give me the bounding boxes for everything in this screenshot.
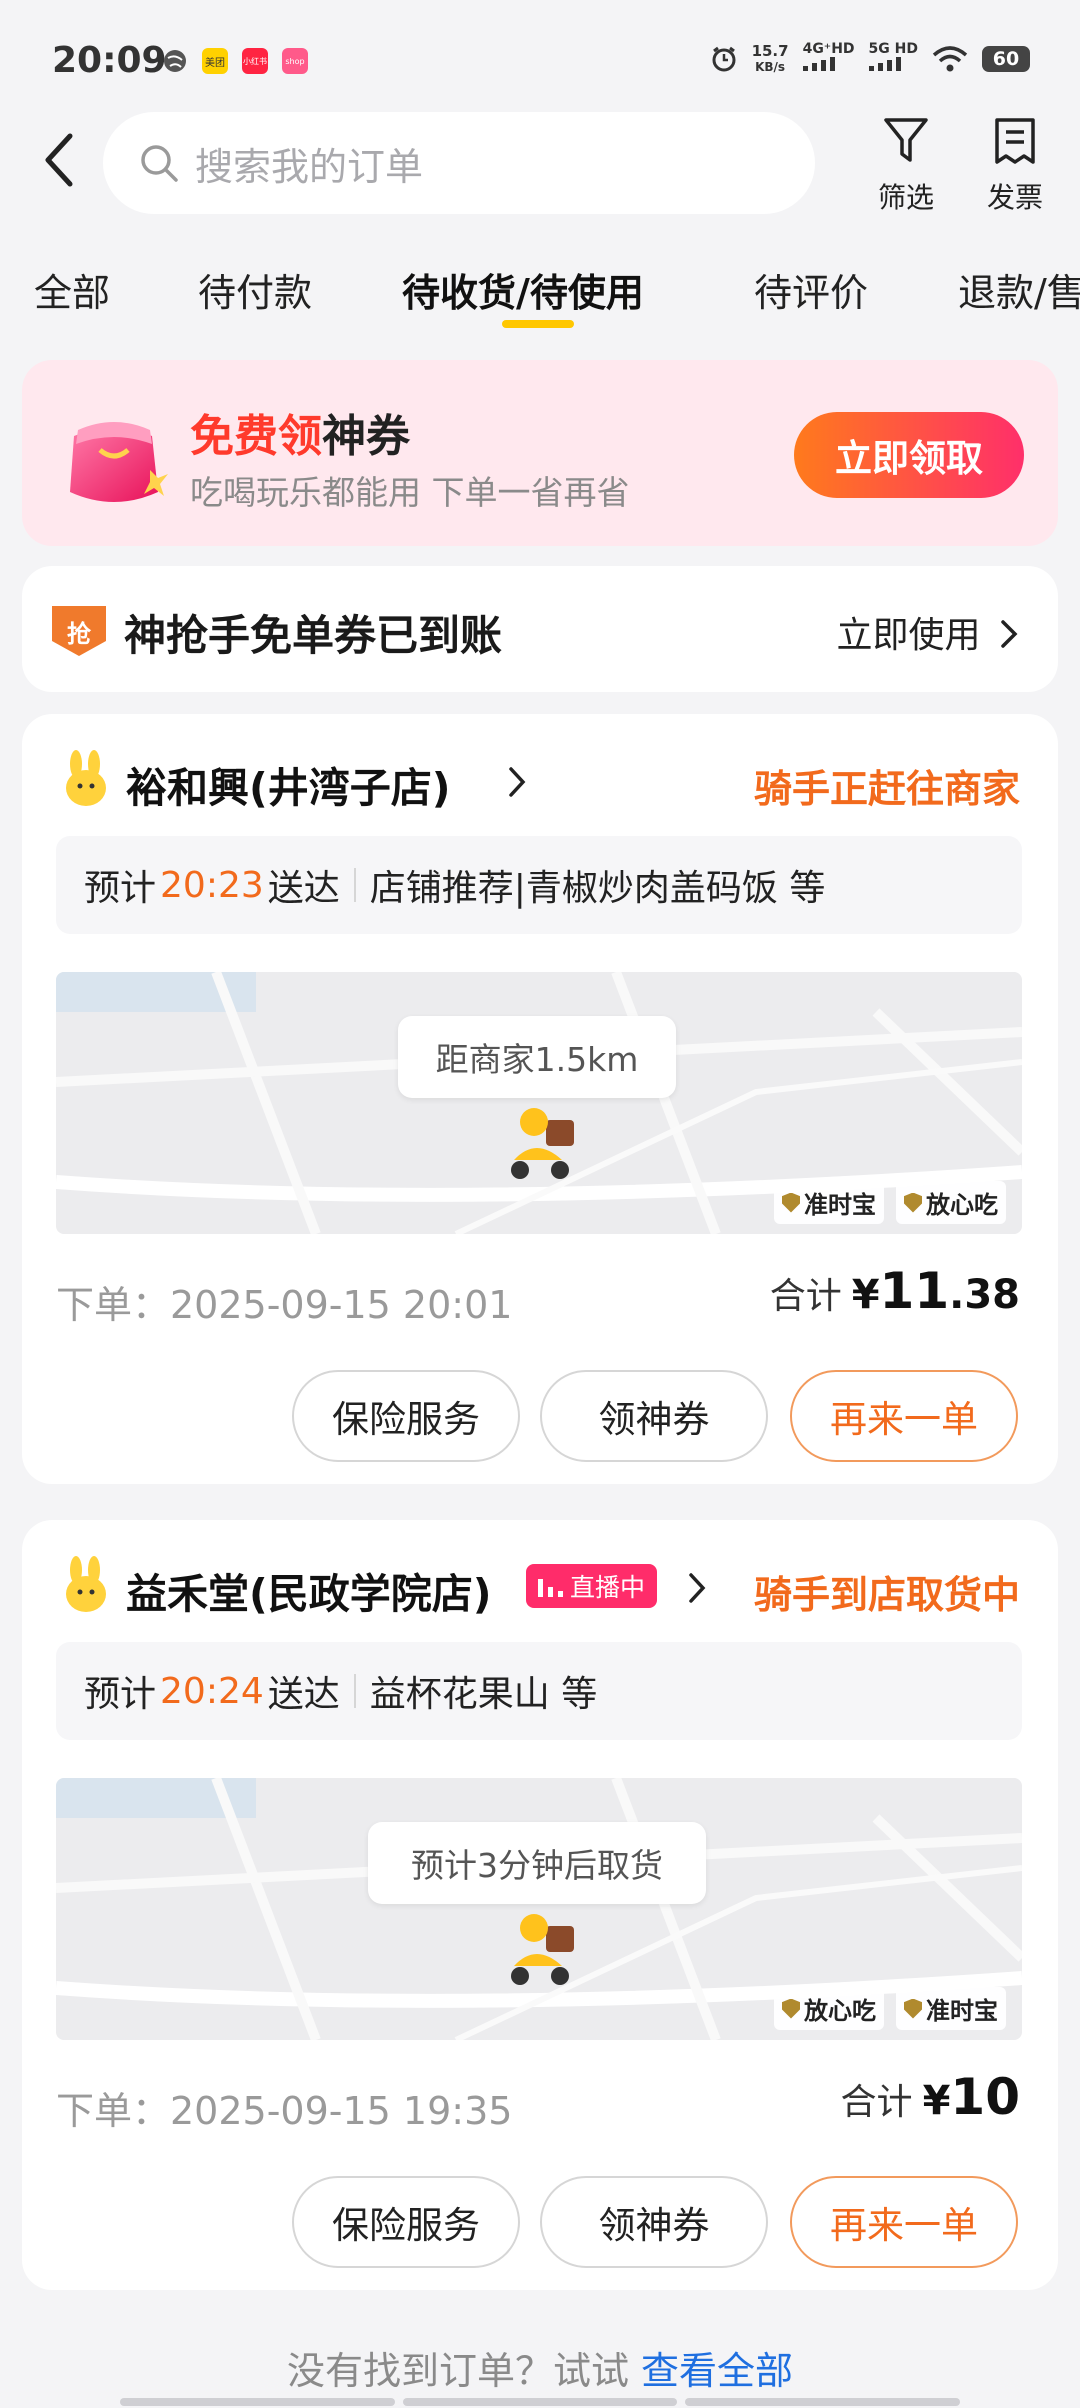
claim-coupon-button[interactable]: 立即领取 [794,412,1024,498]
insurance-button[interactable]: 保险服务 [292,1370,520,1462]
service-tag: 放心吃 [896,1181,1006,1224]
status-bar: 20:09 美团 小红书 shop 15.7 KB/s 4G⁺HD 5G HD … [0,0,1080,120]
pickup-bubble: 预计3分钟后取货 [368,1822,706,1904]
shop-name[interactable]: 裕和興(井湾子店) [126,754,450,814]
shield-icon [782,1192,800,1213]
service-tag: 准时宝 [896,1987,1006,2030]
back-button[interactable] [40,130,90,200]
view-all-link[interactable]: 查看全部 [641,2349,793,2393]
status-app-icons: 美团 小红书 shop [162,48,308,74]
order-time: 下单：2025-09-15 19:35 [56,2089,513,2133]
use-coupon-link[interactable]: 立即使用 [837,606,1020,658]
footer-hint: 没有找到订单？试试 查看全部 [286,2349,794,2393]
search-input[interactable]: 搜索我的订单 [103,112,815,214]
eta-time: 20:24 [160,1670,264,1712]
filter-label: 筛选 [877,181,934,214]
chevron-left-icon [45,133,73,187]
delivery-status: 骑手到店取货中 [753,1573,1020,1617]
service-tag: 放心吃 [774,1987,884,2030]
coupon-banner[interactable]: 抢 神抢手免单券已到账 立即使用 [22,566,1058,692]
shop-logo-icon [66,1556,106,1612]
shield-icon [904,1192,922,1213]
rider-map[interactable]: 预计3分钟后取货 放心吃 准时宝 [56,1778,1022,2040]
battery-indicator: 60 [982,45,1030,72]
insurance-button[interactable]: 保险服务 [292,2176,520,2268]
eta-row: 预计 20:24 送达 益杯花果山 等 [56,1642,1022,1740]
search-placeholder: 搜索我的订单 [195,144,424,189]
network-speed: 15.7 KB/s [751,41,789,74]
tab-all[interactable]: 全部 [34,262,110,317]
reorder-button[interactable]: 再来一单 [790,1370,1018,1462]
signal-4g: 4G⁺HD [802,42,855,75]
order-total: 合计 ¥10 [840,2068,1020,2126]
rider-map[interactable]: 距商家1.5km 准时宝 放心吃 [56,972,1022,1234]
get-coupon-button[interactable]: 领神券 [540,2176,768,2268]
shield-icon [782,1998,800,2019]
filter-icon [884,118,928,162]
service-tags: 准时宝 放心吃 [774,1181,1006,1224]
promo-title: 免费领神券 [190,411,410,462]
invoice-label: 发票 [986,181,1043,214]
rider-icon [511,1108,574,1179]
distance-bubble: 距商家1.5km [398,1016,676,1098]
meituan-app-icon: 美团 [202,48,228,74]
chevron-right-icon [689,1573,706,1603]
status-right: 15.7 KB/s 4G⁺HD 5G HD 60 [710,42,1030,75]
promo-subtitle: 吃喝玩乐都能用 下单一省再省 [190,473,630,512]
eta-row: 预计 20:23 送达 店铺推荐|青椒炒肉盖码饭 等 [56,836,1022,934]
shopping-app-icon: shop [282,48,308,74]
get-coupon-button[interactable]: 领神券 [540,1370,768,1462]
tab-refund[interactable]: 退款/售 [958,262,1080,317]
tab-pending-review[interactable]: 待评价 [754,262,868,317]
order-card[interactable]: 益禾堂(民政学院店) 直播中 骑手到店取货中 预计 20:24 送达 益杯花果山… [22,1520,1058,2290]
delivery-status: 骑手正赶往商家 [753,767,1020,811]
order-time: 下单：2025-09-15 20:01 [56,1283,513,1327]
search-icon [141,145,178,182]
tab-pending-receipt[interactable]: 待收货/待使用 [402,262,644,317]
filter-button[interactable]: 筛选 [866,116,946,216]
gift-bag-icon [70,422,168,502]
xiaohongshu-app-icon: 小红书 [242,48,268,74]
tab-pending-payment[interactable]: 待付款 [198,262,312,317]
order-items: 益杯花果山 等 [369,1674,598,1715]
wifi-icon [932,45,968,71]
signal-bars-icon [868,57,901,71]
signal-5g: 5G HD [868,42,918,75]
promo-banner[interactable]: 免费领神券 吃喝玩乐都能用 下单一省再省 立即领取 [22,360,1058,546]
shop-logo-icon [66,750,106,806]
reorder-button[interactable]: 再来一单 [790,2176,1018,2268]
eta-time: 20:23 [160,864,264,906]
coupon-text: 神抢手免单券已到账 [124,611,503,660]
coupon-badge-icon: 抢 [52,606,106,656]
home-indicator [120,2398,961,2406]
rider-icon [511,1914,574,1985]
invoice-icon [995,118,1035,164]
order-items: 店铺推荐|青椒炒肉盖码饭 等 [369,868,826,909]
chevron-right-icon [1001,620,1018,648]
signal-bars-icon [802,57,835,71]
order-card[interactable]: 裕和興(井湾子店) 骑手正赶往商家 预计 20:23 送达 店铺推荐|青椒炒肉盖… [22,714,1058,1484]
globe-icon [164,50,186,72]
chevron-right-icon [509,767,526,797]
order-total: 合计 ¥11.38 [769,1262,1020,1320]
live-badge: 直播中 [526,1564,658,1608]
service-tags: 放心吃 准时宝 [774,1987,1006,2030]
invoice-button[interactable]: 发票 [975,116,1055,216]
live-bars-icon [538,1579,563,1597]
alarm-icon [712,46,736,71]
service-tag: 准时宝 [774,1181,884,1224]
shield-icon [904,1998,922,2019]
shop-name[interactable]: 益禾堂(民政学院店) [126,1560,491,1620]
active-tab-indicator [502,320,574,328]
status-time: 20:09 [52,40,167,81]
